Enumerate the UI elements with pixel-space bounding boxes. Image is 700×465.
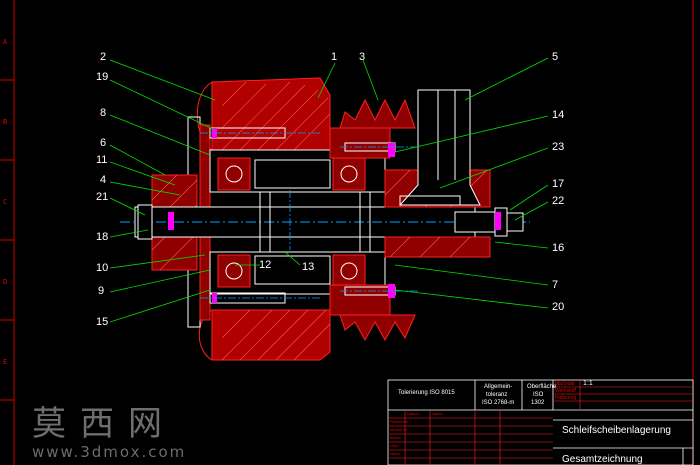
v-belt-pulley-bottom (339, 314, 416, 342)
date-label: Datum (407, 411, 419, 416)
part-number-label[interactable]: 20 (552, 302, 564, 313)
drawing-title: Schleifscheibenlagerung (562, 425, 671, 436)
standard-label: Norm (390, 451, 400, 456)
blank-number-label: Rohteil-Nr (390, 419, 409, 424)
model-number-label: Modell-Nr (390, 427, 408, 432)
part-number-label[interactable]: 17 (552, 179, 564, 190)
part-number-label[interactable]: 1 (331, 52, 337, 63)
checked-label: Gepr (390, 443, 399, 448)
assembly-section-view (109, 57, 549, 361)
part-number-label[interactable]: 13 (302, 262, 314, 273)
general-tolerance-line: toleranz (486, 392, 508, 398)
general-tolerance-line: ISO 2768-m (482, 400, 515, 406)
name-label: Name (432, 411, 443, 416)
part-number-label[interactable]: 5 (552, 52, 558, 63)
scale-label: Maßstab (555, 381, 575, 387)
part-number-label[interactable]: 8 (100, 108, 106, 119)
watermark-logo-text: 莫西网 (32, 404, 176, 444)
part-number-label[interactable]: 3 (359, 52, 365, 63)
part-number-label[interactable]: 19 (96, 72, 108, 83)
general-tolerance-line: Allgemein- (484, 384, 513, 390)
drawn-label: Bearb (390, 435, 401, 440)
material-label: Werkstoff (555, 388, 576, 394)
part-number-label[interactable]: 12 (259, 260, 271, 271)
frame-row-label: E (3, 358, 8, 366)
frame-row-label: C (3, 198, 8, 206)
part-number-label[interactable]: 15 (96, 317, 108, 328)
surface-line: 1302 (531, 400, 545, 406)
surface-line: ISO (533, 392, 544, 398)
semi-finished-label: Halbzeug (555, 395, 577, 401)
part-number-label[interactable]: 10 (96, 263, 108, 274)
part-number-label[interactable]: 7 (552, 280, 558, 291)
part-number-label[interactable]: 11 (96, 155, 107, 166)
part-number-label[interactable]: 18 (96, 232, 108, 243)
part-number-label[interactable]: 4 (100, 175, 106, 186)
part-number-label[interactable]: 23 (552, 142, 564, 153)
frame-row-label: B (3, 118, 8, 126)
surface-line: Oberfläche (527, 384, 557, 390)
watermark-url: www.3dmox.com (32, 443, 187, 461)
part-number-label[interactable]: 16 (552, 243, 564, 254)
part-number-label[interactable]: 21 (96, 192, 108, 203)
tolerance-label: Tolerierung ISO 8015 (398, 390, 455, 396)
part-number-label[interactable]: 9 (98, 286, 104, 297)
part-number-label[interactable]: 14 (552, 110, 564, 121)
frame-row-label: D (3, 278, 8, 286)
v-belt-pulley-top (339, 98, 416, 129)
part-number-label[interactable]: 6 (100, 138, 106, 149)
part-number-label[interactable]: 2 (100, 52, 106, 63)
drawing-subtitle: Gesamtzeichnung (562, 454, 643, 465)
frame-row-label: A (3, 38, 8, 46)
scale-value: 1:1 (583, 380, 593, 387)
part-number-label[interactable]: 22 (552, 196, 564, 207)
